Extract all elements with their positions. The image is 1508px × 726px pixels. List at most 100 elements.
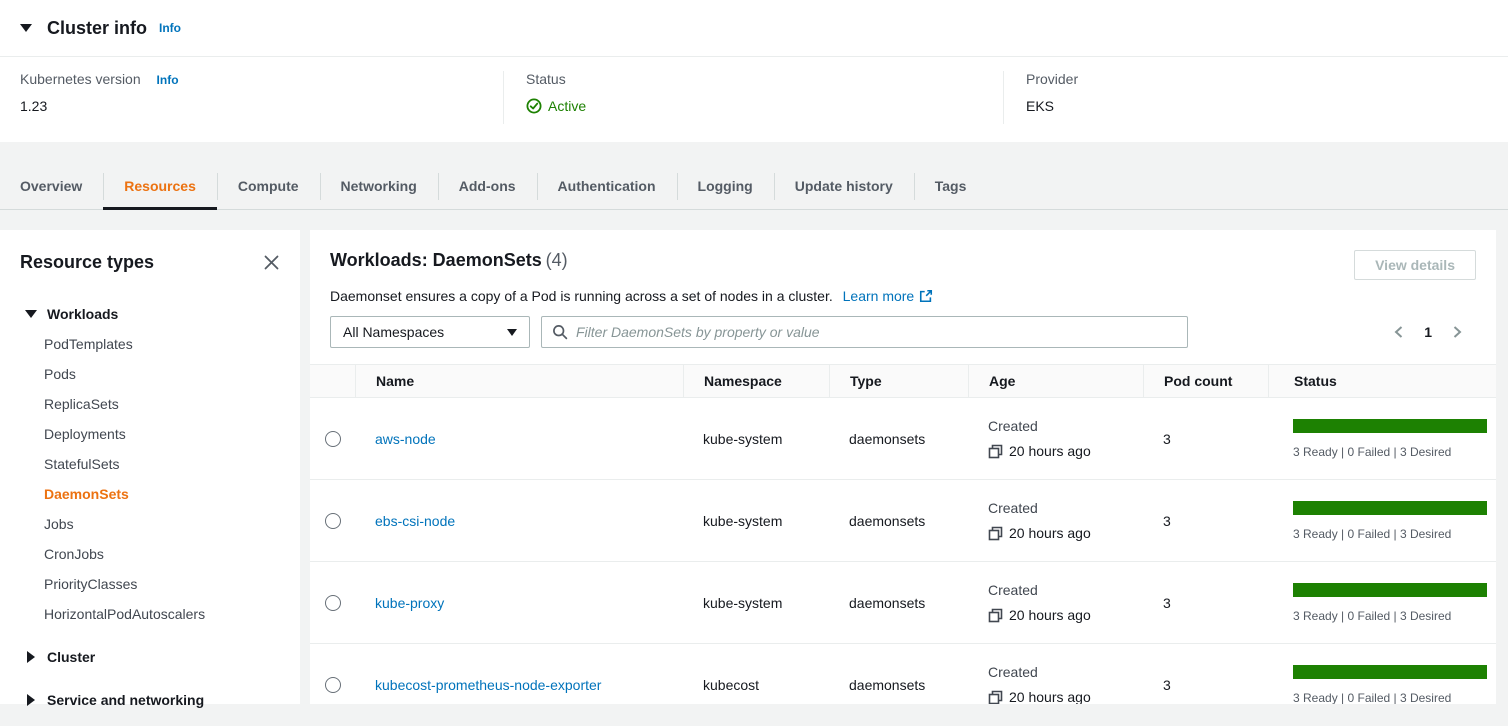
row-status-text: 3 Ready | 0 Failed | 3 Desired <box>1293 445 1487 459</box>
tree-item-daemonsets[interactable]: DaemonSets <box>20 479 280 509</box>
tree-item-jobs[interactable]: Jobs <box>20 509 280 539</box>
row-type: daemonsets <box>829 677 968 693</box>
tab-label: Logging <box>698 178 753 194</box>
pod-status-bar <box>1293 583 1487 597</box>
tab-logging[interactable]: Logging <box>677 163 774 209</box>
row-status-text: 3 Ready | 0 Failed | 3 Desired <box>1293 691 1487 705</box>
triangle-right-icon <box>27 651 35 663</box>
section-title: Cluster info <box>47 18 147 39</box>
row-select-radio[interactable] <box>325 677 341 693</box>
row-status-text: 3 Ready | 0 Failed | 3 Desired <box>1293 609 1487 623</box>
triangle-down-icon <box>25 310 37 318</box>
field-label: Kubernetes version Info <box>20 71 503 87</box>
collapse-section-icon[interactable] <box>20 24 32 32</box>
tree-item-podtemplates[interactable]: PodTemplates <box>20 329 280 359</box>
daemonsets-table: Name Namespace Type Age Pod count Status… <box>310 364 1496 704</box>
tab-label: Networking <box>341 178 417 194</box>
row-select-radio[interactable] <box>325 431 341 447</box>
status-label: Status <box>526 71 1003 87</box>
close-icon[interactable] <box>263 254 280 271</box>
table-row: kube-proxy kube-system daemonsets Create… <box>310 562 1496 644</box>
namespace-select-value: All Namespaces <box>343 324 444 340</box>
pagination: 1 <box>1392 324 1476 340</box>
tab-overview[interactable]: Overview <box>20 163 103 209</box>
copy-icon[interactable] <box>988 526 1003 541</box>
copy-icon[interactable] <box>988 690 1003 705</box>
row-select-radio[interactable] <box>325 513 341 529</box>
tab-compute[interactable]: Compute <box>217 163 320 209</box>
pod-status-bar <box>1293 501 1487 515</box>
tab-tags[interactable]: Tags <box>914 163 988 209</box>
tree-item-replicasets[interactable]: ReplicaSets <box>20 389 280 419</box>
learn-more-link[interactable]: Learn more <box>843 288 934 304</box>
tree-item-pods[interactable]: Pods <box>20 359 280 389</box>
tab-label: Resources <box>124 178 196 194</box>
tab-label: Add-ons <box>459 178 516 194</box>
row-select-radio[interactable] <box>325 595 341 611</box>
tree-item-horizontalpodautoscalers[interactable]: HorizontalPodAutoscalers <box>20 599 280 629</box>
tab-label: Overview <box>20 178 82 194</box>
daemonset-name-link[interactable]: aws-node <box>375 431 436 447</box>
tree-item-statefulsets[interactable]: StatefulSets <box>20 449 280 479</box>
copy-icon[interactable] <box>988 608 1003 623</box>
tab-authentication[interactable]: Authentication <box>537 163 677 209</box>
filter-input[interactable] <box>576 324 1177 340</box>
provider-value: EKS <box>1026 98 1508 114</box>
namespace-select[interactable]: All Namespaces <box>330 316 530 348</box>
row-namespace: kube-system <box>683 513 829 529</box>
tab-label: Tags <box>935 178 967 194</box>
tree-group-label: Service and networking <box>47 692 204 708</box>
cluster-info-info-link[interactable]: Info <box>159 21 181 35</box>
table-body: aws-node kube-system daemonsets Created … <box>310 398 1496 704</box>
header-selection-cell <box>310 364 355 398</box>
row-pod-count: 3 <box>1143 513 1268 529</box>
daemonset-name-link[interactable]: kubecost-prometheus-node-exporter <box>375 677 601 693</box>
external-link-icon <box>919 289 933 303</box>
row-age-value: 20 hours ago <box>1009 525 1091 541</box>
kubernetes-version-info-link[interactable]: Info <box>157 73 179 87</box>
header-name: Name <box>355 364 683 398</box>
kubernetes-version-label: Kubernetes version <box>20 71 141 87</box>
row-age-label: Created <box>988 418 1143 434</box>
learn-more-label: Learn more <box>843 288 915 304</box>
tree-item-deployments[interactable]: Deployments <box>20 419 280 449</box>
tree-group-service-and-networking[interactable]: Service and networking <box>20 685 280 715</box>
tabs: Overview Resources Compute Networking Add-on… <box>0 163 1508 210</box>
view-details-button[interactable]: View details <box>1354 250 1476 280</box>
resource-types-title: Resource types <box>20 252 154 273</box>
table-row: aws-node kube-system daemonsets Created … <box>310 398 1496 480</box>
filter-search-box <box>541 316 1188 348</box>
row-age-label: Created <box>988 500 1143 516</box>
tab-resources[interactable]: Resources <box>103 163 217 209</box>
header-pod-count: Pod count <box>1143 364 1268 398</box>
table-row: ebs-csi-node kube-system daemonsets Crea… <box>310 480 1496 562</box>
tree-group-workloads[interactable]: Workloads <box>20 299 280 329</box>
current-page[interactable]: 1 <box>1424 324 1432 340</box>
table-header: Name Namespace Type Age Pod count Status <box>310 364 1496 398</box>
tab-add-ons[interactable]: Add-ons <box>438 163 537 209</box>
row-age-value: 20 hours ago <box>1009 607 1091 623</box>
previous-page-icon[interactable] <box>1392 324 1406 340</box>
row-status-text: 3 Ready | 0 Failed | 3 Desired <box>1293 527 1487 541</box>
next-page-icon[interactable] <box>1450 324 1464 340</box>
content-area: Resource types Workloads PodTemplatesPod… <box>0 230 1508 704</box>
header-type: Type <box>829 364 968 398</box>
copy-icon[interactable] <box>988 444 1003 459</box>
tree-item-cronjobs[interactable]: CronJobs <box>20 539 280 569</box>
tree-group-cluster[interactable]: Cluster <box>20 642 280 672</box>
kubernetes-version-field: Kubernetes version Info 1.23 <box>0 71 503 124</box>
row-pod-count: 3 <box>1143 595 1268 611</box>
row-age-value: 20 hours ago <box>1009 689 1091 704</box>
daemonset-name-link[interactable]: kube-proxy <box>375 595 444 611</box>
daemonset-name-link[interactable]: ebs-csi-node <box>375 513 455 529</box>
daemonsets-panel: Workloads: DaemonSets (4) View details D… <box>310 230 1496 704</box>
chevron-down-icon <box>507 329 517 336</box>
panel-description-row: Daemonset ensures a copy of a Pod is run… <box>330 288 1476 304</box>
row-age-label: Created <box>988 664 1143 680</box>
row-namespace: kube-system <box>683 431 829 447</box>
tab-networking[interactable]: Networking <box>320 163 438 209</box>
tree-item-priorityclasses[interactable]: PriorityClasses <box>20 569 280 599</box>
tab-update-history[interactable]: Update history <box>774 163 914 209</box>
triangle-right-icon <box>27 694 35 706</box>
panel-title-wrap: Workloads: DaemonSets (4) <box>330 250 568 271</box>
